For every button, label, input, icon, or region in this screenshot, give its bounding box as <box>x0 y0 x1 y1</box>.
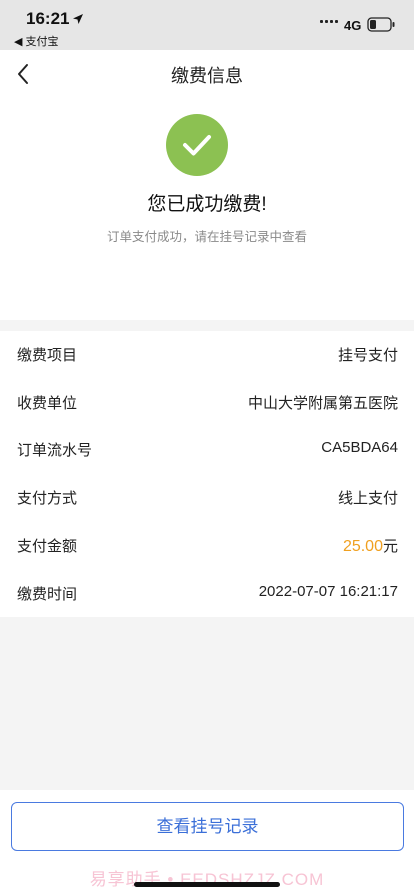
home-indicator[interactable] <box>134 882 280 887</box>
view-registration-records-button[interactable]: 查看挂号记录 <box>11 802 404 851</box>
detail-label: 收费单位 <box>17 395 78 412</box>
detail-row-item: 缴费项目 挂号支付 <box>0 331 414 379</box>
check-icon <box>166 114 228 176</box>
status-time: 16:21 <box>26 9 70 28</box>
signal-icon <box>320 20 338 23</box>
back-to-app-link[interactable]: ◀ 支付宝 <box>14 33 59 49</box>
success-panel: 您已成功缴费! 订单支付成功，请在挂号记录中查看 <box>0 98 414 320</box>
success-title: 您已成功缴费! <box>147 194 267 215</box>
detail-label: 支付方式 <box>17 490 78 507</box>
detail-value: CA5BDA64 <box>321 439 398 456</box>
success-subtitle: 订单支付成功，请在挂号记录中查看 <box>106 230 307 244</box>
detail-label: 缴费时间 <box>17 586 78 603</box>
detail-row-time: 缴费时间 2022-07-07 16:21:17 <box>0 570 414 618</box>
location-arrow-icon <box>72 12 84 30</box>
payment-details: 缴费项目 挂号支付 收费单位 中山大学附属第五医院 订单流水号 CA5BDA64… <box>0 331 414 617</box>
detail-label: 支付金额 <box>17 538 78 555</box>
detail-label: 订单流水号 <box>17 442 93 459</box>
detail-row-payment-method: 支付方式 线上支付 <box>0 474 414 522</box>
currency-unit: 元 <box>382 538 398 555</box>
detail-value: 线上支付 <box>337 490 398 507</box>
page-title: 缴费信息 <box>171 66 243 86</box>
battery-icon <box>367 17 395 37</box>
detail-value: 挂号支付 <box>337 347 398 364</box>
payment-amount: 25.00 <box>342 538 383 555</box>
network-type: 4G <box>344 18 362 33</box>
detail-row-order-number: 订单流水号 CA5BDA64 <box>0 426 414 474</box>
detail-value: 2022-07-07 16:21:17 <box>258 583 398 600</box>
detail-value: 25.00元 <box>343 535 398 556</box>
status-bar: 16:21 ◀ 支付宝 4G <box>0 0 414 50</box>
detail-value: 中山大学附属第五医院 <box>247 395 398 412</box>
detail-row-payee: 收费单位 中山大学附属第五医院 <box>0 379 414 427</box>
detail-row-amount: 支付金额 25.00元 <box>0 522 414 570</box>
detail-label: 缴费项目 <box>17 347 78 364</box>
nav-bar: 缴费信息 <box>0 50 414 98</box>
